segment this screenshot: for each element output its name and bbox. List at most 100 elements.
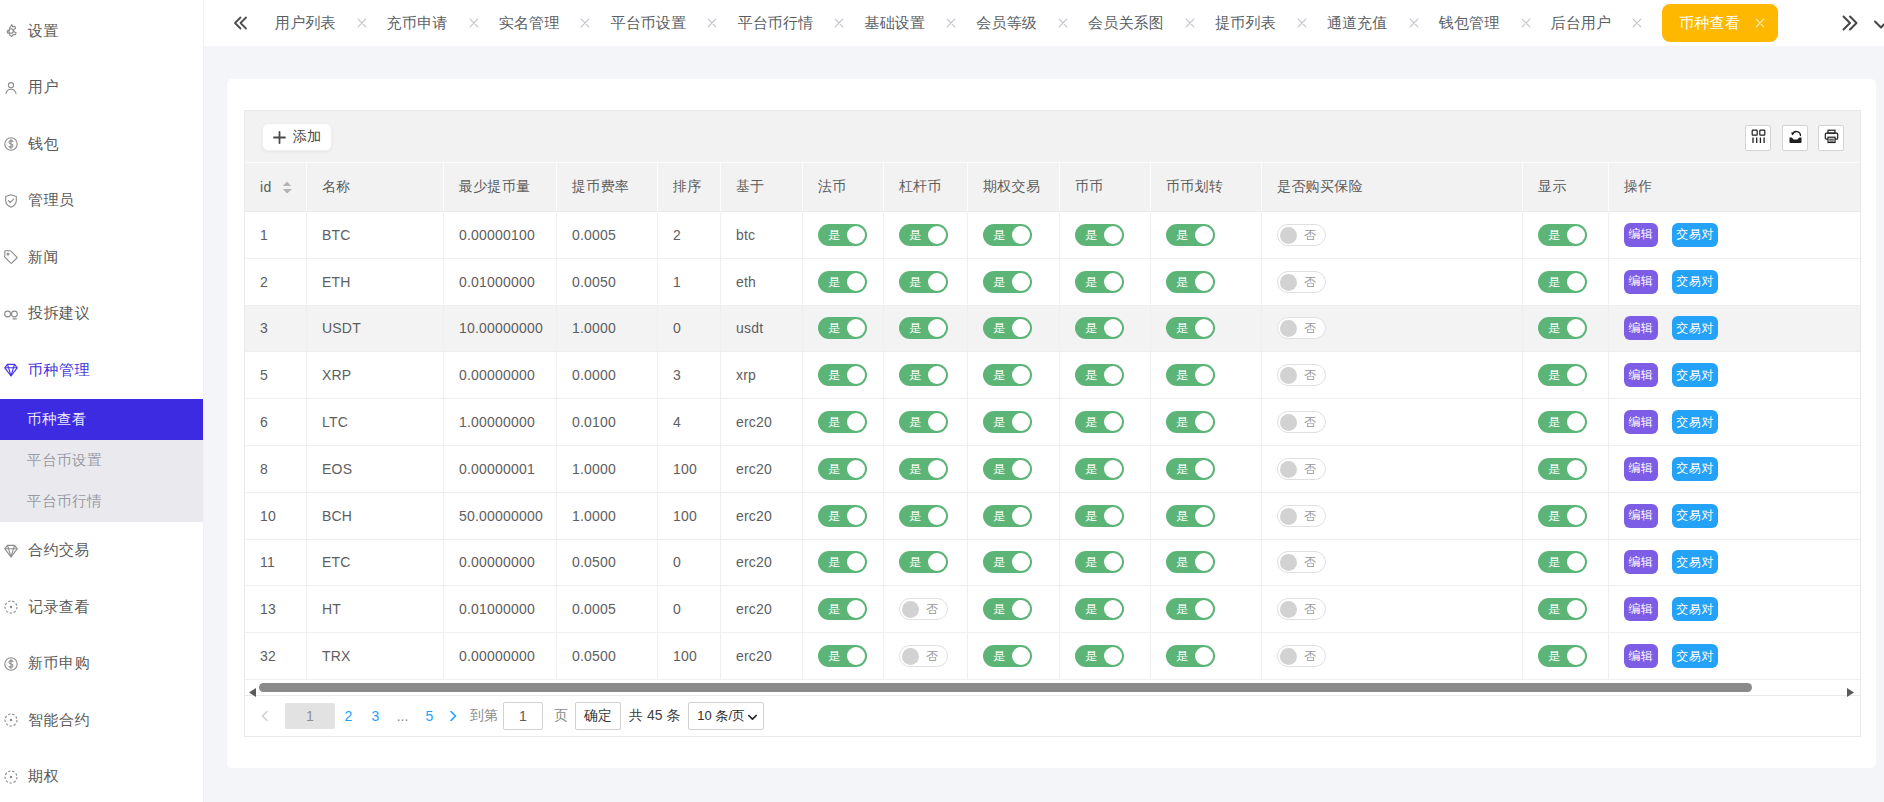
sidebar-item-options[interactable]: 期权 <box>0 748 203 802</box>
page-link-5[interactable]: 5 <box>416 708 443 724</box>
tab-platform-coin-market[interactable]: 平台币行情 <box>737 14 844 33</box>
scrollbar-thumb[interactable] <box>259 683 1752 692</box>
edit-button[interactable]: 编辑 <box>1624 504 1658 528</box>
col-display-header[interactable]: 显示 <box>1523 163 1609 211</box>
tab-wallet-management[interactable]: 钱包管理 <box>1439 14 1531 33</box>
fiat-toggle[interactable]: 是 <box>818 224 867 246</box>
coin-transfer-toggle[interactable]: 是 <box>1166 224 1215 246</box>
table-row[interactable]: 5XRP0.000000000.00003xrp是是是是是否是编辑交易对 <box>245 352 1860 399</box>
col-min-withdraw-header[interactable]: 最少提币量 <box>444 163 557 211</box>
display-toggle[interactable]: 是 <box>1538 271 1587 293</box>
tab-currency-view[interactable]: 币种查看 <box>1662 4 1778 42</box>
sidebar-item-contract-trading[interactable]: 合约交易 <box>0 522 203 579</box>
display-toggle[interactable]: 是 <box>1538 598 1587 620</box>
table-row[interactable]: 2ETH0.010000000.00501eth是是是是是否是编辑交易对 <box>245 259 1860 306</box>
insurance-toggle[interactable]: 否 <box>1277 598 1326 620</box>
col-options-trading-header[interactable]: 期权交易 <box>968 163 1060 211</box>
options-trading-toggle[interactable]: 是 <box>983 317 1032 339</box>
coin-toggle[interactable]: 是 <box>1075 224 1124 246</box>
close-icon[interactable] <box>469 18 479 28</box>
sidebar-subitem-platform-coin-market[interactable]: 平台币行情 <box>0 481 203 522</box>
coin-transfer-toggle[interactable]: 是 <box>1166 364 1215 386</box>
display-toggle[interactable]: 是 <box>1538 458 1587 480</box>
coin-transfer-toggle[interactable]: 是 <box>1166 317 1215 339</box>
options-trading-toggle[interactable]: 是 <box>983 411 1032 433</box>
display-toggle[interactable]: 是 <box>1538 224 1587 246</box>
prev-page-icon[interactable] <box>258 710 272 722</box>
tab-member-levels[interactable]: 会员等级 <box>976 14 1068 33</box>
filter-columns-button[interactable] <box>1745 125 1771 151</box>
tab-member-relation-graph[interactable]: 会员关系图 <box>1088 14 1195 33</box>
leverage-toggle[interactable]: 是 <box>899 551 948 573</box>
export-button[interactable] <box>1782 125 1808 151</box>
col-base-header[interactable]: 基于 <box>721 163 803 211</box>
page-link-3[interactable]: 3 <box>362 708 389 724</box>
close-icon[interactable] <box>1632 18 1642 28</box>
close-icon[interactable] <box>1755 18 1765 28</box>
horizontal-scrollbar[interactable] <box>245 680 1860 696</box>
coin-toggle[interactable]: 是 <box>1075 411 1124 433</box>
coin-transfer-toggle[interactable]: 是 <box>1166 458 1215 480</box>
table-row[interactable]: 11ETC0.000000000.05000erc20是是是是是否是编辑交易对 <box>245 540 1860 587</box>
display-toggle[interactable]: 是 <box>1538 551 1587 573</box>
sidebar-item-smart-contract[interactable]: 智能合约 <box>0 692 203 749</box>
goto-page-input[interactable] <box>503 702 543 730</box>
col-operations-header[interactable]: 操作 <box>1609 163 1860 211</box>
fiat-toggle[interactable]: 是 <box>818 317 867 339</box>
col-fee-rate-header[interactable]: 提币费率 <box>557 163 658 211</box>
close-icon[interactable] <box>834 18 844 28</box>
table-row[interactable]: 6LTC1.000000000.01004erc20是是是是是否是编辑交易对 <box>245 399 1860 446</box>
trading-pair-button[interactable]: 交易对 <box>1672 597 1718 621</box>
options-trading-toggle[interactable]: 是 <box>983 598 1032 620</box>
coin-toggle[interactable]: 是 <box>1075 598 1124 620</box>
leverage-toggle[interactable]: 否 <box>899 598 948 620</box>
fiat-toggle[interactable]: 是 <box>818 364 867 386</box>
edit-button[interactable]: 编辑 <box>1624 363 1658 387</box>
trading-pair-button[interactable]: 交易对 <box>1672 270 1718 294</box>
scroll-left-icon[interactable] <box>249 683 256 701</box>
coin-transfer-toggle[interactable]: 是 <box>1166 598 1215 620</box>
col-fiat-header[interactable]: 法币 <box>803 163 884 211</box>
fiat-toggle[interactable]: 是 <box>818 505 867 527</box>
tab-channel-recharge[interactable]: 通道充值 <box>1327 14 1419 33</box>
insurance-toggle[interactable]: 否 <box>1277 271 1326 293</box>
sort-icon[interactable] <box>282 181 292 194</box>
trading-pair-button[interactable]: 交易对 <box>1672 223 1718 247</box>
trading-pair-button[interactable]: 交易对 <box>1672 410 1718 434</box>
tab-backend-users[interactable]: 后台用户 <box>1551 14 1643 33</box>
options-trading-toggle[interactable]: 是 <box>983 224 1032 246</box>
fiat-toggle[interactable]: 是 <box>818 645 867 667</box>
col-leverage-header[interactable]: 杠杆币 <box>884 163 968 211</box>
table-row[interactable]: 1BTC0.000001000.00052btc是是是是是否是编辑交易对 <box>245 212 1860 259</box>
fiat-toggle[interactable]: 是 <box>818 598 867 620</box>
close-icon[interactable] <box>357 18 367 28</box>
add-button[interactable]: 添加 <box>262 123 332 151</box>
coin-toggle[interactable]: 是 <box>1075 505 1124 527</box>
scroll-right-icon[interactable] <box>1847 683 1854 701</box>
options-trading-toggle[interactable]: 是 <box>983 271 1032 293</box>
col-coin-transfer-header[interactable]: 币币划转 <box>1151 163 1262 211</box>
col-id-header[interactable]: id <box>245 163 307 211</box>
display-toggle[interactable]: 是 <box>1538 317 1587 339</box>
insurance-toggle[interactable]: 否 <box>1277 364 1326 386</box>
edit-button[interactable]: 编辑 <box>1624 597 1658 621</box>
tabs-overflow-icon[interactable] <box>1838 12 1860 34</box>
table-row[interactable]: 32TRX0.000000000.0500100erc20是否是是是否是编辑交易… <box>245 633 1860 680</box>
options-trading-toggle[interactable]: 是 <box>983 364 1032 386</box>
sidebar-item-wallet[interactable]: 钱包 <box>0 116 203 173</box>
close-icon[interactable] <box>1058 18 1068 28</box>
tab-basic-settings[interactable]: 基础设置 <box>864 14 956 33</box>
close-icon[interactable] <box>1409 18 1419 28</box>
page-link-2[interactable]: 2 <box>335 708 362 724</box>
table-row[interactable]: 8EOS0.000000011.0000100erc20是是是是是否是编辑交易对 <box>245 446 1860 493</box>
display-toggle[interactable]: 是 <box>1538 364 1587 386</box>
insurance-toggle[interactable]: 否 <box>1277 505 1326 527</box>
edit-button[interactable]: 编辑 <box>1624 223 1658 247</box>
leverage-toggle[interactable]: 是 <box>899 317 948 339</box>
options-trading-toggle[interactable]: 是 <box>983 458 1032 480</box>
tab-deposit-requests[interactable]: 充币申请 <box>387 14 479 33</box>
sidebar-item-admins[interactable]: 管理员 <box>0 173 203 230</box>
next-page-icon[interactable] <box>446 710 460 722</box>
col-name-header[interactable]: 名称 <box>307 163 444 211</box>
confirm-page-button[interactable]: 确定 <box>575 702 621 730</box>
